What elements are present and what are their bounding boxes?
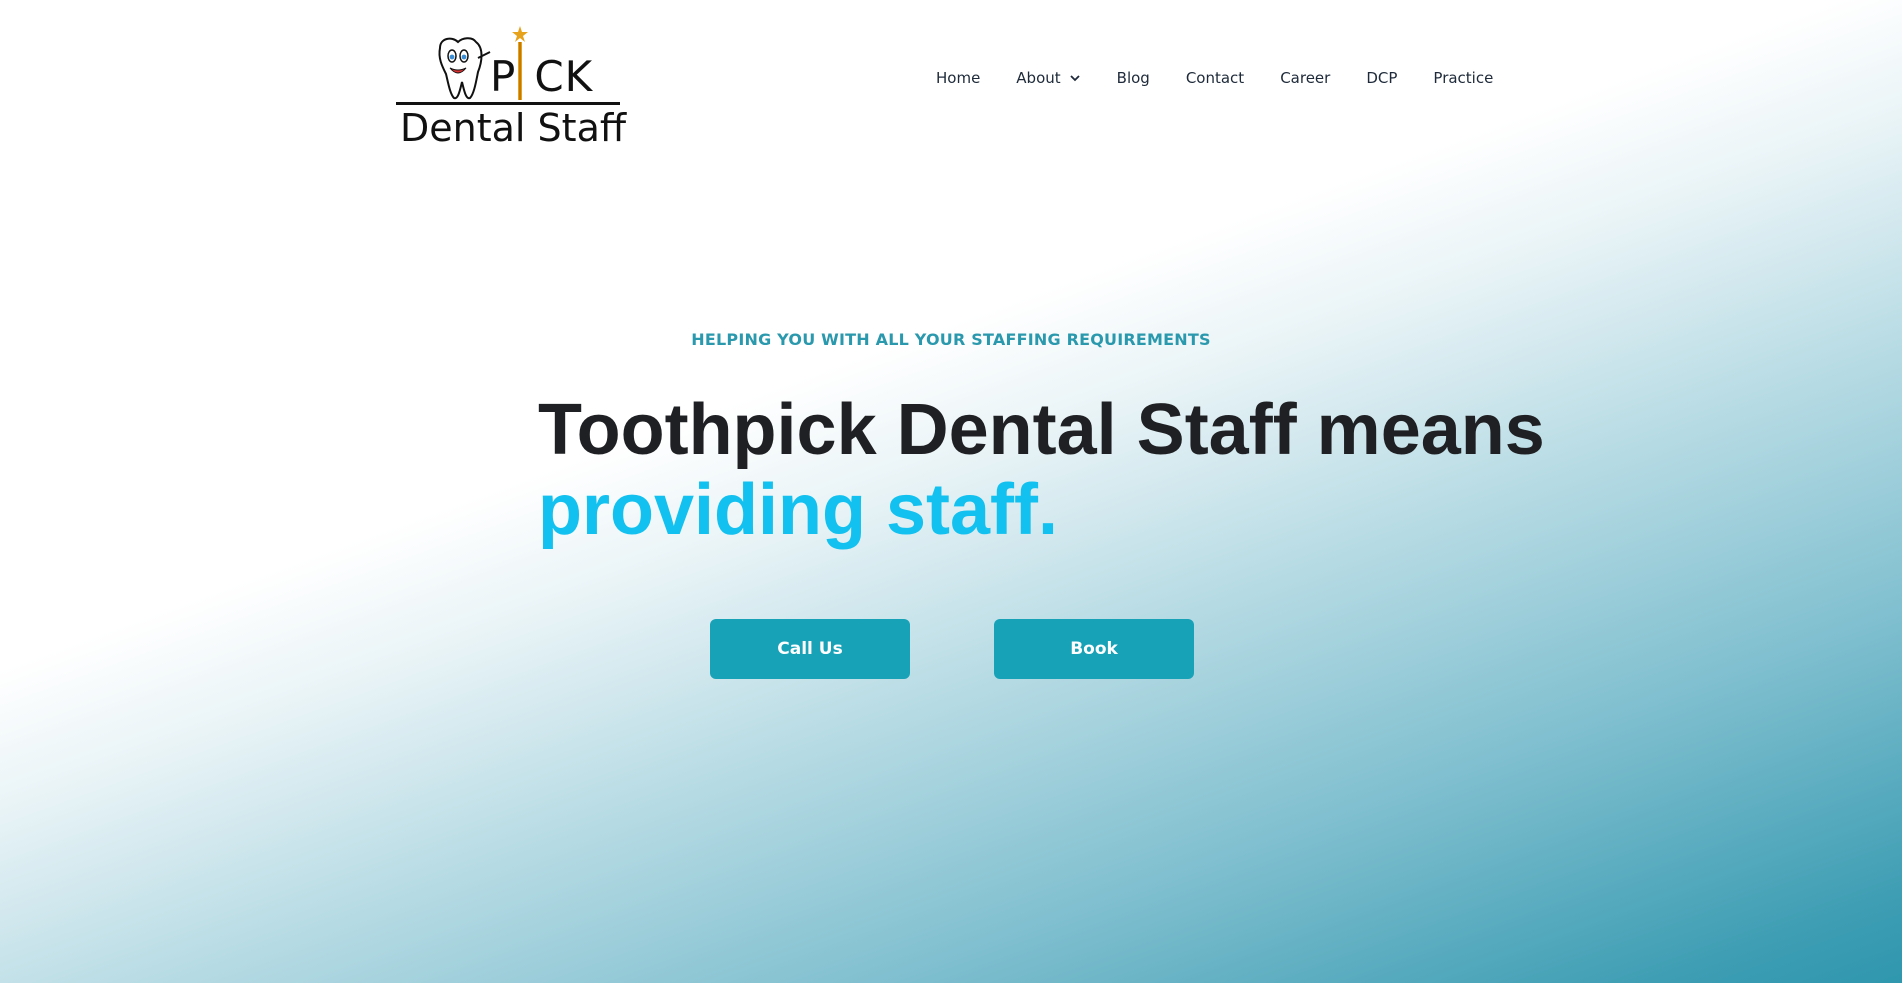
call-us-button[interactable]: Call Us (710, 619, 910, 679)
nav-item-dcp-label: DCP (1366, 69, 1398, 87)
nav-item-home-label: Home (936, 69, 981, 87)
nav-item-home[interactable]: Home (918, 64, 998, 92)
logo-wordmark: P CK (490, 52, 593, 101)
hero-title-line1: Toothpick Dental Staff means (538, 390, 1545, 470)
hero-tagline: HELPING YOU WITH ALL YOUR STAFFING REQUI… (691, 330, 1211, 349)
nav-item-contact[interactable]: Contact (1168, 64, 1262, 92)
chevron-down-icon (1070, 75, 1080, 82)
logo-divider (396, 102, 620, 105)
book-button[interactable]: Book (994, 619, 1194, 679)
nav-item-about-label: About (1016, 69, 1061, 87)
tooth-mascot-icon (438, 37, 491, 100)
hero-title: Toothpick Dental Staff means providing s… (538, 390, 1545, 550)
hero-title-highlight: providing staff. (538, 470, 1058, 550)
main-nav: Home About Blog Contact Career DCP Pract… (918, 64, 1511, 92)
logo-subtitle: Dental Staff (400, 106, 627, 150)
nav-item-about[interactable]: About (998, 64, 1098, 92)
nav-item-career-label: Career (1280, 69, 1331, 87)
site-header: P CK Dental Staff Home About Blog Contact… (0, 0, 1902, 170)
nav-item-contact-label: Contact (1185, 69, 1245, 87)
logo-letters-ck: CK (534, 52, 594, 101)
nav-item-blog-label: Blog (1116, 69, 1150, 87)
nav-item-dcp[interactable]: DCP (1348, 64, 1415, 92)
nav-item-career[interactable]: Career (1262, 64, 1348, 92)
logo-letter-p: P (490, 52, 517, 101)
nav-item-blog[interactable]: Blog (1099, 64, 1168, 92)
nav-item-practice-label: Practice (1433, 69, 1494, 87)
nav-item-practice[interactable]: Practice (1415, 64, 1511, 92)
